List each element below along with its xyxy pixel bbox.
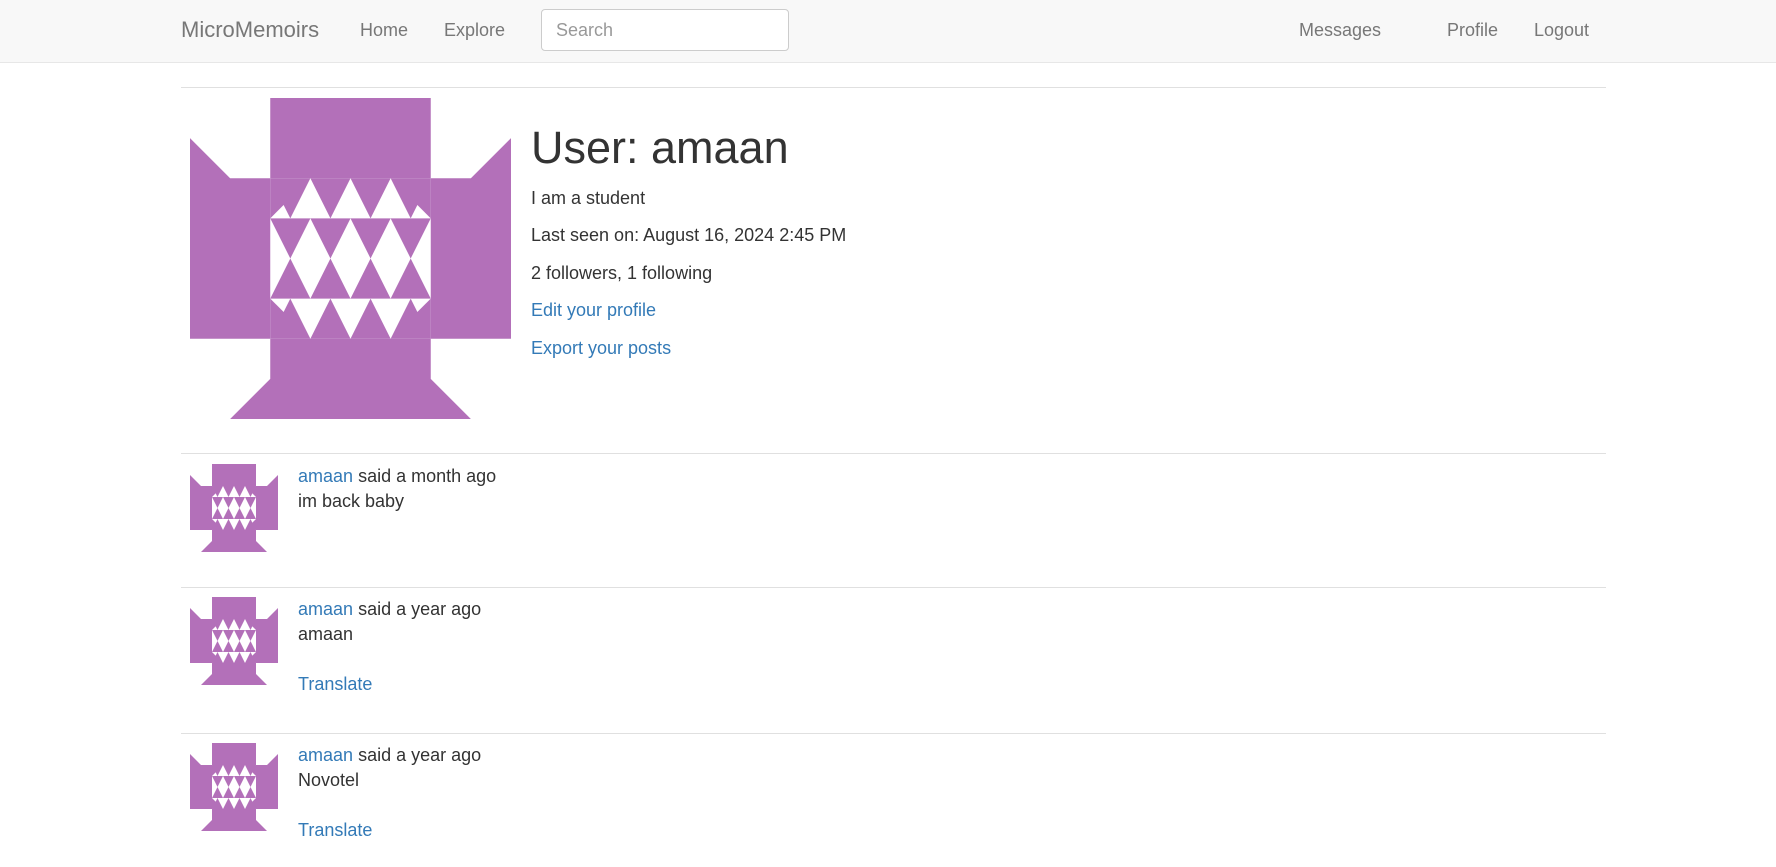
search-input[interactable]	[541, 9, 789, 51]
post-avatar-icon[interactable]	[190, 464, 278, 552]
edit-profile-link[interactable]: Edit your profile	[531, 298, 656, 322]
export-posts-link[interactable]: Export your posts	[531, 336, 671, 360]
post-author-link[interactable]: amaan	[298, 466, 353, 486]
post-meta: amaan said a year ago	[298, 597, 481, 621]
profile-about-me: I am a student	[531, 188, 646, 208]
translate-link[interactable]: Translate	[298, 818, 372, 842]
translate-link[interactable]: Translate	[298, 672, 372, 696]
profile-last-seen: Last seen on: August 16, 2024 2:45 PM	[531, 225, 847, 245]
nav-messages-link[interactable]: Messages	[1299, 0, 1381, 62]
post-avatar-icon[interactable]	[190, 743, 278, 831]
post-meta: amaan said a year ago	[298, 743, 481, 767]
post-author-link[interactable]: amaan	[298, 599, 353, 619]
divider	[181, 733, 1606, 734]
post-avatar-icon[interactable]	[190, 597, 278, 685]
post-time: said a month ago	[358, 466, 497, 486]
profile-title: User: amaan	[531, 122, 789, 173]
post-body: amaan	[298, 624, 354, 644]
divider	[181, 87, 1606, 88]
navbar: MicroMemoirs Home Explore Messages Profi…	[0, 0, 1776, 63]
divider	[181, 453, 1606, 454]
profile-avatar-icon	[190, 98, 511, 419]
post-body: im back baby	[298, 491, 405, 511]
divider	[181, 587, 1606, 588]
nav-home-link[interactable]: Home	[360, 0, 408, 62]
post-author-link[interactable]: amaan	[298, 745, 353, 765]
post-time: said a year ago	[358, 599, 482, 619]
nav-profile-link[interactable]: Profile	[1447, 0, 1498, 62]
brand-link[interactable]: MicroMemoirs	[181, 0, 319, 62]
post-body: Novotel	[298, 770, 360, 790]
post-time: said a year ago	[358, 745, 482, 765]
profile-follow-stats: 2 followers, 1 following	[531, 263, 713, 283]
nav-logout-link[interactable]: Logout	[1534, 0, 1589, 62]
nav-explore-link[interactable]: Explore	[444, 0, 505, 62]
post-meta: amaan said a month ago	[298, 464, 496, 488]
